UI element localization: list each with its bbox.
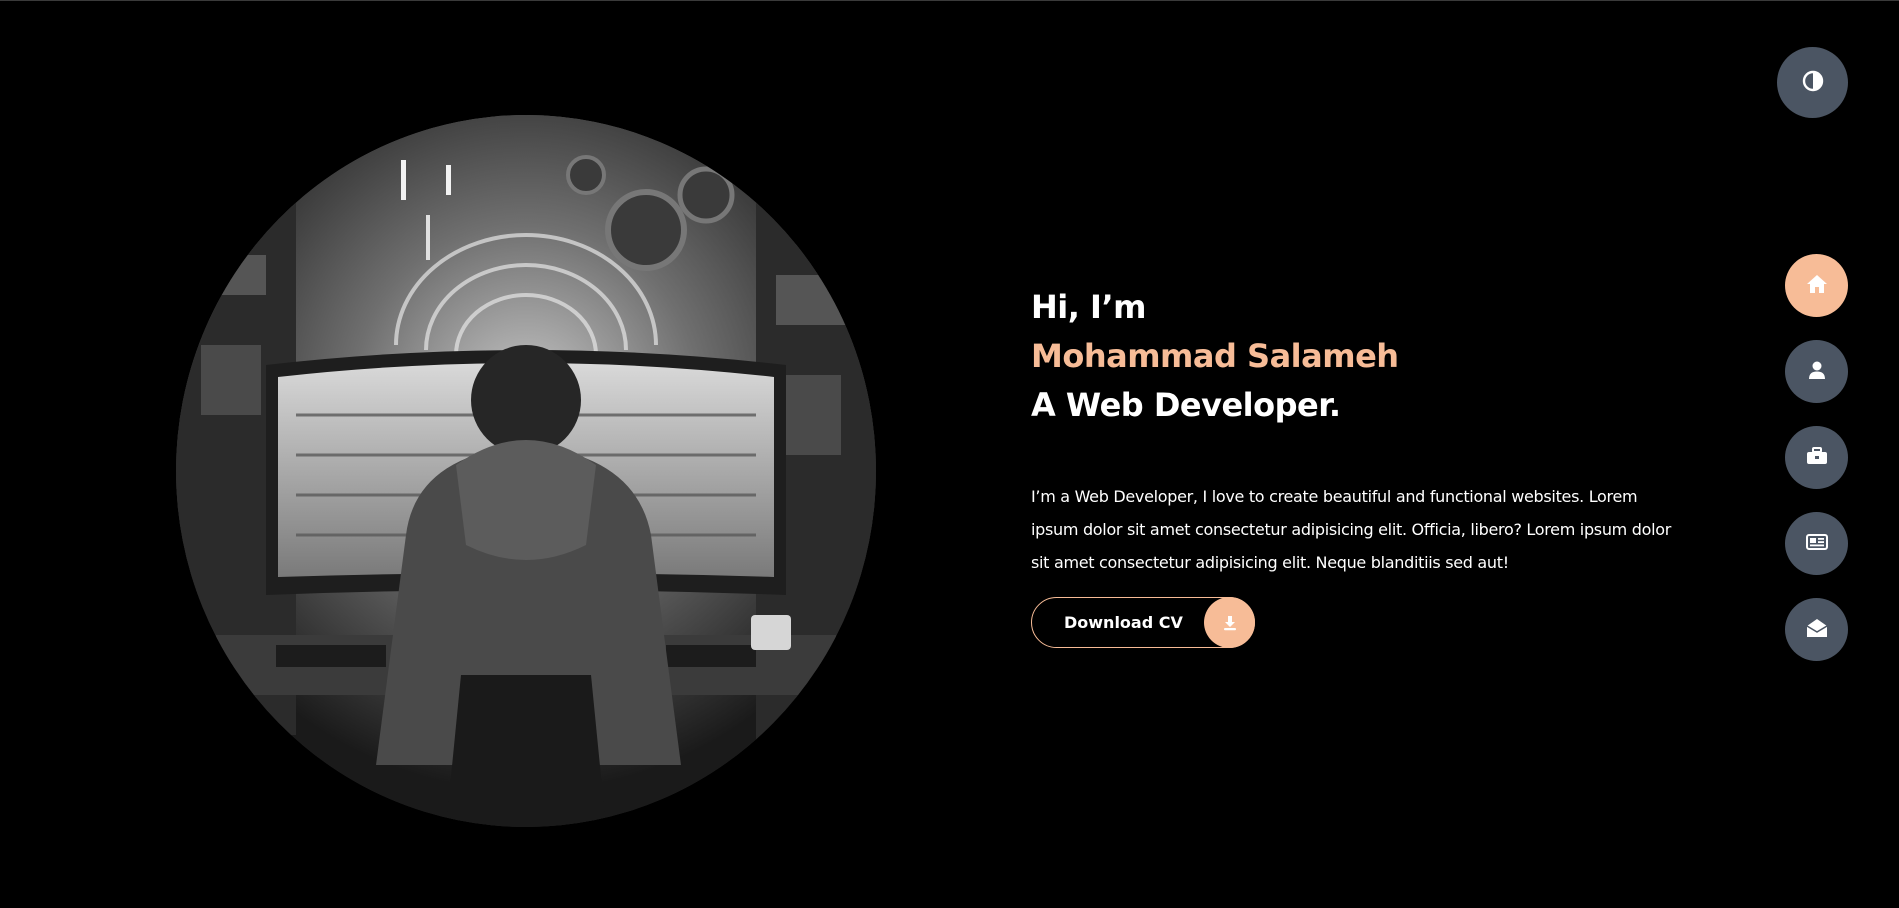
hero-portrait-image <box>176 115 876 827</box>
nav-item-contact[interactable] <box>1785 598 1848 661</box>
contrast-icon <box>1802 70 1824 96</box>
envelope-open-icon <box>1806 618 1828 642</box>
download-cv-button[interactable]: Download CV <box>1031 597 1255 648</box>
nav-item-about[interactable] <box>1785 340 1848 403</box>
nav-item-blog[interactable] <box>1785 512 1848 575</box>
newspaper-icon <box>1805 533 1828 555</box>
hero-greeting: Hi, I’m <box>1031 288 1146 326</box>
home-page: Hi, I’m Mohammad Salameh A Web Developer… <box>0 0 1899 908</box>
briefcase-icon <box>1806 446 1828 470</box>
nav-item-portfolio[interactable] <box>1785 426 1848 489</box>
hero-heading: Hi, I’m Mohammad Salameh A Web Developer… <box>1031 283 1671 430</box>
download-cv-label: Download CV <box>1064 613 1183 632</box>
download-icon <box>1204 597 1255 648</box>
theme-toggle-button[interactable] <box>1777 47 1848 118</box>
side-nav <box>1785 254 1848 684</box>
nav-item-home[interactable] <box>1785 254 1848 317</box>
hero-role: A Web Developer. <box>1031 386 1341 424</box>
home-icon <box>1806 274 1828 298</box>
hero-name: Mohammad Salameh <box>1031 337 1399 375</box>
user-icon <box>1807 360 1827 384</box>
hero-description: I’m a Web Developer, I love to create be… <box>1031 487 1672 572</box>
hero-section: Hi, I’m Mohammad Salameh A Web Developer… <box>1031 283 1671 648</box>
